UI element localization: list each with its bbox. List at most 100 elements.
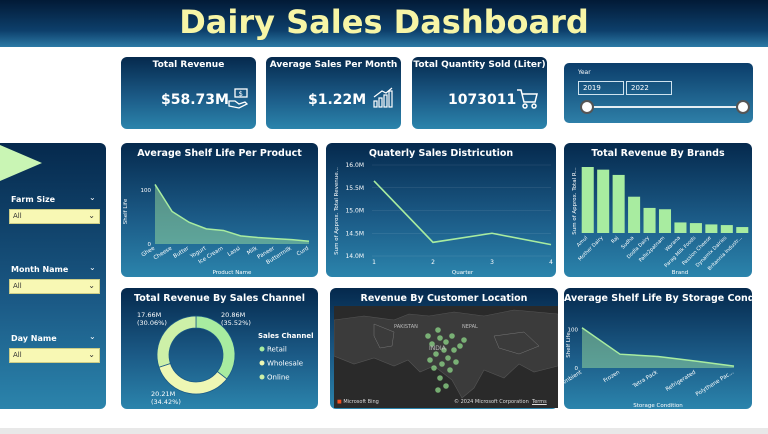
x-tick-label: Refrigerated (665, 370, 697, 393)
terms-link[interactable]: Terms (532, 399, 547, 405)
location-marker[interactable] (437, 335, 443, 341)
y-tick-label: 14.5M (345, 230, 364, 237)
year-end-handle[interactable] (736, 100, 750, 114)
year-to-input[interactable]: 2022 (626, 81, 672, 95)
month-name-select[interactable]: All ⌄ (9, 279, 100, 294)
farm-size-select[interactable]: All ⌄ (9, 209, 100, 224)
year-start-handle[interactable] (580, 100, 594, 114)
x-tick-label: Polythene Pac... (695, 369, 735, 397)
location-marker[interactable] (451, 347, 457, 353)
legend-marker (259, 374, 265, 380)
bar (658, 209, 672, 233)
kpi-value: 1073011 (448, 92, 517, 108)
x-tick-label: 1 (372, 259, 376, 266)
location-marker[interactable] (433, 351, 439, 357)
percent-label: (34.42%) (151, 398, 181, 406)
chevron-down-icon: ⌄ (88, 281, 95, 290)
location-marker[interactable] (439, 361, 445, 367)
bar (674, 222, 687, 233)
location-marker[interactable] (443, 383, 449, 389)
x-tick-label: Butter (173, 245, 191, 260)
footer-bar (0, 428, 768, 434)
farm-size-value: All (13, 212, 22, 220)
card-revenue-brands[interactable]: Total Revenue By Brands Amul Mother Dairy… (564, 143, 752, 277)
chevron-down-icon[interactable]: ⌄ (89, 263, 96, 272)
day-name-value: All (13, 351, 22, 359)
card-shelf-life-storage[interactable]: Average Shelf Life By Storage Condition … (564, 288, 752, 409)
legend-label: Retail (267, 346, 287, 354)
card-shelf-life-product[interactable]: Average Shelf Life Per Product 100 0 Ghee C… (121, 143, 318, 277)
shelf-life-storage-chart[interactable]: 1000Ambient Frozen Tetra Pack RefrigeratedP… (564, 288, 752, 409)
chart-title: Average Shelf Life Per Product (137, 148, 302, 159)
kpi-average-sales[interactable]: Average Sales Per Month $1.22M (266, 57, 401, 129)
legend-marker (259, 360, 265, 366)
filter-panel: Farm Size ⌄ All ⌄ Month Name ⌄ All ⌄ Day… (0, 143, 106, 409)
year-slicer[interactable]: Year 2019 2022 (564, 63, 753, 123)
percent-label: (30.06%) (137, 319, 167, 327)
location-marker[interactable] (445, 355, 451, 361)
y-tick-label: 15.0M (345, 208, 364, 215)
location-marker[interactable] (457, 343, 463, 349)
x-tick-label: Curd (296, 246, 310, 258)
collapse-arrow-icon[interactable] (0, 143, 44, 183)
chart-title: Total Revenue By Sales Channel (134, 293, 305, 304)
y-axis-label: Shelf Life (566, 332, 572, 358)
bar (597, 169, 610, 233)
bar (689, 223, 702, 233)
area-fill (155, 184, 309, 244)
card-quarterly-sales[interactable]: Quaterly Sales Districution 16.0M 15.5M 15… (326, 143, 556, 277)
day-name-select[interactable]: All ⌄ (9, 348, 100, 363)
legend-label: Online (267, 374, 290, 382)
dashboard-header: Dairy Sales Dashboard (0, 0, 768, 47)
card-sales-channel[interactable]: Total Revenue By Sales Channel 20.86M (35… (121, 288, 318, 409)
map-label-pakistan: PAKISTAN (394, 324, 418, 330)
kpi-total-revenue[interactable]: Total Revenue $58.73M $ (121, 57, 256, 129)
y-tick-label: 16.0M (345, 162, 364, 169)
kpi-value: $1.22M (308, 92, 367, 108)
bar (612, 174, 625, 233)
customer-location-map[interactable]: PAKISTAN NEPAL INDIA ■ Microsoft Bing © … (333, 306, 559, 408)
svg-text:$: $ (239, 90, 243, 98)
chart-title: Quaterly Sales Districution (368, 148, 514, 159)
data-label: 20.86M (221, 311, 245, 319)
kpi-title: Total Quantity Sold (Liter) (413, 60, 546, 70)
y-axis-label: Sum of Approx. Total Revenue... (334, 167, 340, 255)
map-canvas: PAKISTAN NEPAL INDIA (333, 309, 559, 399)
bar-growth-icon (373, 87, 393, 108)
chevron-down-icon[interactable]: ⌄ (89, 332, 96, 341)
location-marker[interactable] (425, 333, 431, 339)
location-marker[interactable] (443, 339, 449, 345)
y-axis-label: Sum of Approx. Total R... (572, 167, 578, 235)
chart-title: Total Revenue By Brands (591, 148, 725, 159)
location-marker[interactable] (447, 367, 453, 373)
chevron-down-icon[interactable]: ⌄ (89, 193, 96, 202)
sales-channel-chart[interactable]: 20.86M(35.52%) 20.21M(34.42%) 17.66M(30.06… (121, 288, 318, 409)
data-label: 17.66M (137, 311, 161, 319)
location-marker[interactable] (453, 359, 459, 365)
location-marker[interactable] (431, 365, 437, 371)
x-axis-label: Quarter (452, 270, 474, 276)
x-tick-label: Lassi (227, 245, 242, 258)
year-from-input[interactable]: 2019 (578, 81, 624, 95)
location-marker[interactable] (461, 337, 467, 343)
location-marker[interactable] (437, 375, 443, 381)
x-tick-label: 2 (431, 259, 435, 266)
bar (720, 225, 733, 233)
day-name-label: Day Name (11, 334, 57, 343)
location-marker[interactable] (449, 333, 455, 339)
quarterly-sales-chart[interactable]: 16.0M 15.5M 15.0M 14.5M 14.0M 1 2 3 4 Quarter Sum … (326, 143, 556, 277)
year-range-track[interactable] (586, 106, 743, 108)
kpi-title: Total Revenue (152, 60, 225, 70)
x-axis-label: Storage Condition (633, 403, 683, 409)
location-marker[interactable] (435, 327, 441, 333)
x-tick-label: Frozen (603, 369, 622, 384)
revenue-brands-chart[interactable]: AmulMother Dairy Raj SudhaDodla DairyPalle… (564, 143, 752, 277)
bar (643, 207, 656, 233)
location-marker[interactable] (427, 357, 433, 363)
kpi-total-quantity[interactable]: Total Quantity Sold (Liter) 1073011 (412, 57, 547, 129)
chart-title: Average Shelf Life By Storage Condition (564, 293, 752, 304)
location-marker[interactable] (435, 387, 441, 393)
map-label-nepal: NEPAL (462, 324, 478, 330)
shelf-life-product-chart[interactable]: 1000GheeCheese Butter YogurtIce Cream Lassi… (121, 143, 318, 277)
legend-label: Wholesale (267, 360, 303, 368)
